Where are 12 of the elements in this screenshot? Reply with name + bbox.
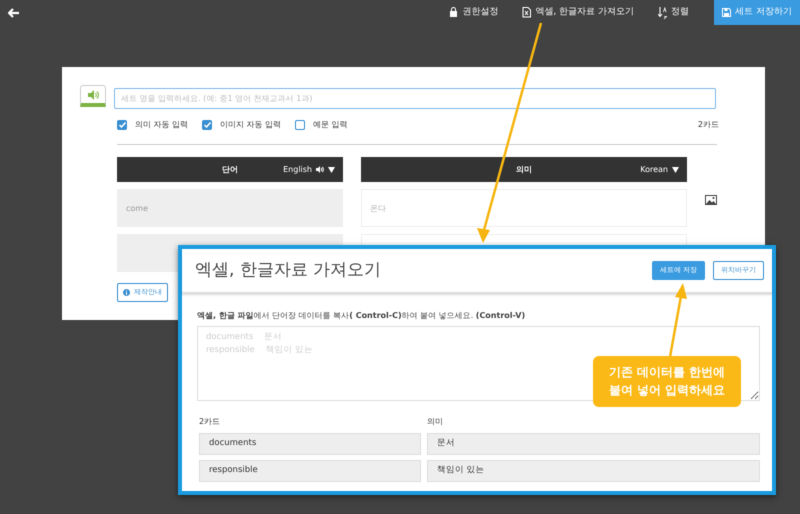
dialog-title: 엑셀, 한글자료 가져오기 <box>195 258 382 282</box>
card-count: 2카드 <box>698 119 719 131</box>
table-cell: responsible <box>199 460 421 482</box>
column-title: 의미 <box>516 164 532 176</box>
instruction-text: 엑셀, 한글 파일에서 단어장 데이터를 복사( Control-C)하여 붙여 넣으세요. (Control-V) <box>197 310 526 322</box>
table-cell: 책임이 있는 <box>427 460 760 482</box>
table-cell: 문서 <box>427 432 760 454</box>
column-title: 단어 <box>222 164 238 176</box>
column-label: 2카드 <box>199 416 222 428</box>
column-label: 의미 <box>427 416 444 428</box>
table-cell: documents <box>199 432 421 454</box>
callout-note: 기존 데이터를 한번에 붙여 넣어 입력하세요 <box>593 356 741 407</box>
